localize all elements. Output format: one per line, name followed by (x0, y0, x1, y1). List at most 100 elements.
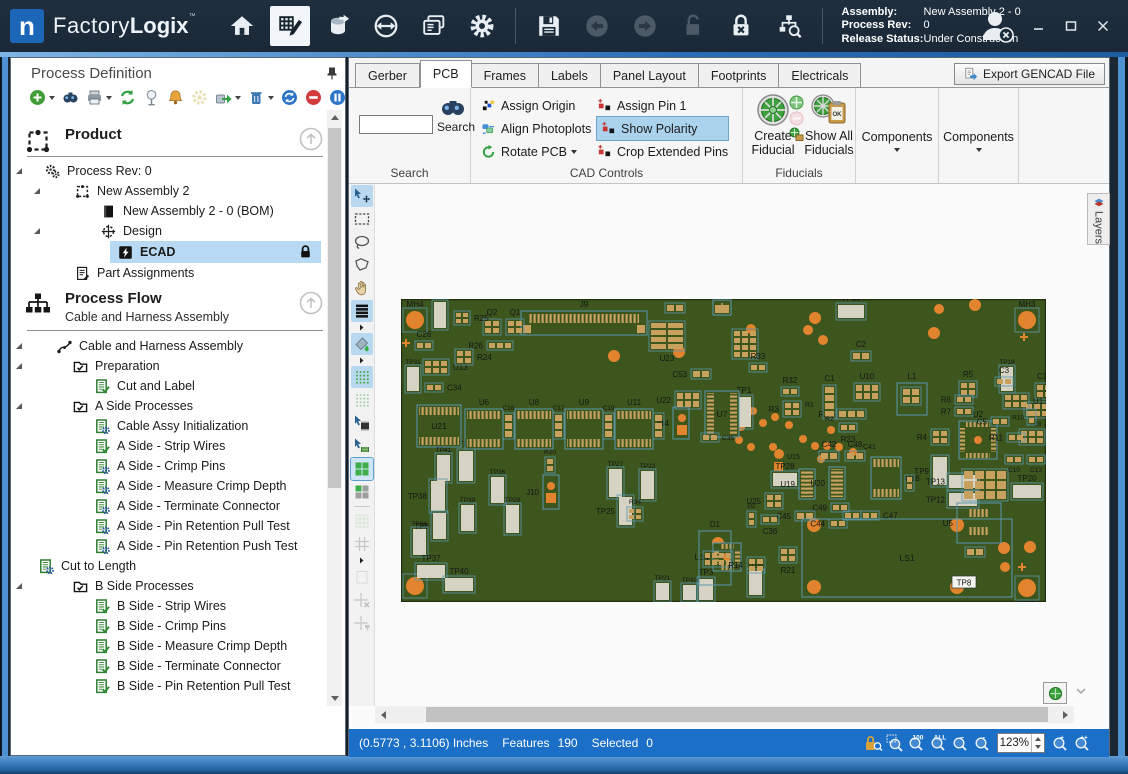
tree-item-a-side-pin-retention-push-test[interactable]: A Side - Pin Retention Push Test (11, 536, 321, 556)
data-transfer-icon[interactable] (366, 6, 406, 46)
traceability-icon[interactable] (769, 6, 809, 46)
scrollbar-thumb[interactable] (426, 707, 1048, 722)
tree-item-a-side-terminate-connector[interactable]: A Side - Terminate Connector (11, 496, 321, 516)
select-move-icon[interactable] (351, 185, 373, 207)
select-lasso-icon[interactable] (351, 231, 373, 253)
components-dropdown-2[interactable]: Components (939, 130, 1018, 152)
pcb-board[interactable]: J9MH4MH1MH3MH2J10J14TP5TP31TP41TP4TP38TP… (401, 299, 1046, 602)
scroll-down-icon[interactable] (327, 691, 342, 706)
tree-scrollbar[interactable] (327, 110, 342, 706)
zoom-ALL-icon[interactable]: ALL (929, 733, 950, 753)
tree-item-part-assignments[interactable]: Part Assignments (11, 263, 321, 283)
tree-item-cut-and-label[interactable]: Cut and Label (11, 376, 321, 396)
horizontal-scrollbar[interactable] (375, 706, 1074, 723)
zoom-plusplus-icon[interactable]: ++ (1073, 733, 1094, 753)
expander-icon[interactable] (15, 167, 23, 175)
fill-colors-icon[interactable] (351, 333, 373, 355)
pause-icon[interactable] (329, 89, 346, 106)
crop-extended-pins-button[interactable]: Crop Extended Pins (597, 140, 728, 163)
squares-mixed-icon[interactable] (351, 481, 373, 503)
assign-origin-button[interactable]: Assign Origin (481, 94, 591, 117)
flyout-icon[interactable] (351, 356, 373, 365)
align-photoplots-button[interactable]: Align Photoplots (481, 117, 591, 140)
tab-electricals[interactable]: Electricals (779, 63, 861, 88)
stop-icon[interactable] (305, 89, 322, 106)
tree-item-a-side-pin-retention-pull-test[interactable]: A Side - Pin Retention Pull Test (11, 516, 321, 536)
user-session-icon[interactable] (978, 8, 1020, 48)
tree-item-a-side-strip-wires[interactable]: A Side - Strip Wires (11, 436, 321, 456)
crosshatch-icon[interactable] (351, 533, 373, 555)
pin-icon[interactable] (325, 66, 339, 80)
expander-icon[interactable] (15, 362, 23, 370)
search-button[interactable]: Search (437, 96, 469, 134)
unlock-icon[interactable] (673, 6, 713, 46)
sheet-icon[interactable] (351, 566, 373, 588)
tree-item-design[interactable]: Design (11, 221, 321, 241)
delete-icon[interactable] (248, 89, 274, 106)
minimize-button[interactable] (1028, 16, 1050, 36)
scroll-left-icon[interactable] (375, 706, 392, 723)
zoom-level-input[interactable]: 123% (997, 733, 1045, 753)
tree-item-b-side-strip-wires[interactable]: B Side - Strip Wires (11, 596, 321, 616)
configure-icon[interactable] (191, 89, 208, 106)
print-icon[interactable] (86, 89, 112, 106)
export-icon[interactable] (215, 89, 241, 106)
show-all-fiducials-button[interactable]: OK Show All Fiducials (801, 93, 857, 157)
tab-labels[interactable]: Labels (539, 63, 601, 88)
add-icon[interactable] (29, 89, 55, 106)
process-definition-icon[interactable] (270, 6, 310, 46)
lock-close-icon[interactable] (721, 6, 761, 46)
expander-icon[interactable] (33, 227, 41, 235)
home-icon[interactable] (222, 6, 262, 46)
tree-item-b-side-crimp-pins[interactable]: B Side - Crimp Pins (11, 616, 321, 636)
scroll-down-icon[interactable] (1075, 687, 1087, 695)
save-icon[interactable] (529, 6, 569, 46)
tree-item-cable-and-harness-assembly[interactable]: Cable and Harness Assembly (11, 336, 321, 356)
zoom-minus-icon[interactable]: - (973, 733, 994, 753)
pan-hand-icon[interactable] (351, 277, 373, 299)
zoom-minusminus-icon[interactable]: -- (951, 733, 972, 753)
grid-dots-light-icon[interactable] (351, 389, 373, 411)
tree-item-ecad[interactable]: ECAD (110, 241, 321, 263)
flyout-icon[interactable] (351, 323, 373, 332)
zoom-window-icon[interactable] (885, 733, 906, 753)
dropdown-caret[interactable] (106, 96, 112, 100)
notify-icon[interactable] (167, 89, 184, 106)
tab-footprints[interactable]: Footprints (699, 63, 780, 88)
expander-icon[interactable] (33, 187, 41, 195)
sign-icon[interactable] (143, 89, 160, 106)
expander-icon[interactable] (15, 582, 23, 590)
expander-icon[interactable] (15, 342, 23, 350)
fiducial-view-button[interactable] (1043, 682, 1067, 704)
assign-pin1-button[interactable]: Assign Pin 1 (597, 94, 728, 117)
tree-item-new-assembly-2[interactable]: New Assembly 2 (11, 181, 321, 201)
tree-item-process-rev-0[interactable]: Process Rev: 0 (11, 161, 321, 181)
tree-item-b-side-terminate-connector[interactable]: B Side - Terminate Connector (11, 656, 321, 676)
select-rect-icon[interactable] (351, 208, 373, 230)
redo-icon[interactable] (625, 6, 665, 46)
grid-dots-icon[interactable] (351, 366, 373, 388)
collapse-flow-icon[interactable] (299, 291, 323, 315)
tab-frames[interactable]: Frames (472, 63, 539, 88)
tab-gerber[interactable]: Gerber (355, 63, 420, 88)
zoom-lock-icon[interactable] (863, 733, 884, 753)
dropdown-caret[interactable] (235, 96, 241, 100)
flyout-icon[interactable] (351, 556, 373, 565)
pcb-canvas[interactable]: J9MH4MH1MH3MH2J10J14TP5TP31TP41TP4TP38TP… (349, 184, 1109, 729)
tab-panel-layout[interactable]: Panel Layout (601, 63, 699, 88)
find-icon[interactable] (62, 89, 79, 106)
expander-icon[interactable] (15, 402, 23, 410)
undo-icon[interactable] (577, 6, 617, 46)
grid-pale-icon[interactable] (351, 510, 373, 532)
tree-item-preparation[interactable]: Preparation (11, 356, 321, 376)
feeders-icon[interactable] (318, 6, 358, 46)
zoom-100-icon[interactable]: 100 (907, 733, 928, 753)
show-polarity-button[interactable]: Show Polarity (597, 117, 728, 140)
collapse-product-icon[interactable] (299, 127, 323, 151)
tree-item-b-side-pin-retention-pull-test[interactable]: B Side - Pin Retention Pull Test (11, 676, 321, 696)
reports-icon[interactable] (414, 6, 454, 46)
close-button[interactable] (1092, 16, 1114, 36)
export-gencad-button[interactable]: Export GENCAD File (954, 63, 1105, 85)
dropdown-caret[interactable] (49, 96, 55, 100)
tab-pcb[interactable]: PCB (420, 60, 472, 88)
